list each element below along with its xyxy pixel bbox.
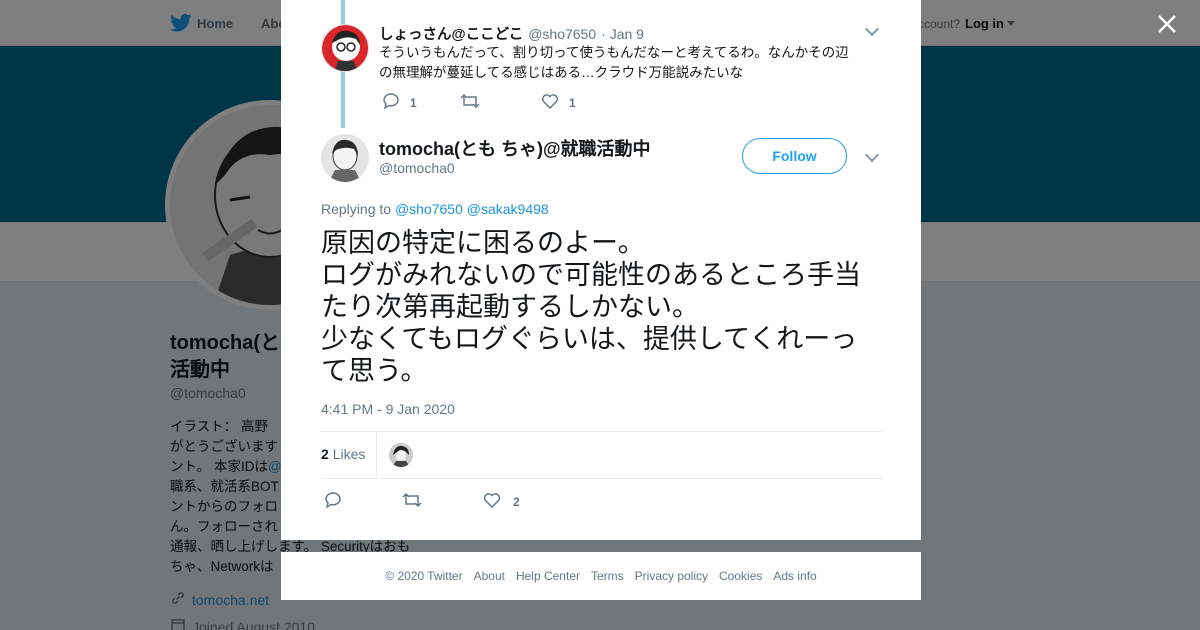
parent-tweet-date[interactable]: · Jan 9	[601, 26, 644, 42]
reply-icon	[382, 93, 400, 112]
heart-icon	[541, 93, 559, 112]
retweet-icon	[460, 93, 480, 112]
divider	[321, 478, 882, 479]
replying-prefix: Replying to	[321, 201, 392, 217]
parent-like-button[interactable]: 1	[541, 93, 576, 112]
stat-divider	[376, 432, 377, 478]
main-tweet-timestamp[interactable]: 4:41 PM - 9 Jan 2020	[321, 401, 455, 417]
parent-retweet-button[interactable]	[460, 93, 480, 112]
parent-author-name[interactable]: しょっさん@ここどこ	[379, 23, 523, 44]
main-like-count: 2	[513, 494, 520, 509]
like-count: 2	[321, 446, 329, 462]
divider	[321, 431, 882, 432]
parent-tweet-text: そういうもんだって、割り切って使うもんだなーと考えてるわ。なんかその辺 の無理解…	[379, 43, 879, 83]
main-tweet-text: 原因の特定に困るのよー。 ログがみれないので可能性のあるところ手当たり次第再起動…	[321, 228, 861, 386]
parent-reply-button[interactable]: 1	[382, 93, 417, 112]
close-icon[interactable]	[1153, 10, 1181, 38]
liker-avatar[interactable]	[389, 443, 413, 467]
parent-tweet-text-line: そういうもんだって、割り切って使うもんだなーと考えてるわ。なんかその辺	[379, 45, 849, 60]
main-author-name[interactable]: tomocha(とも ちゃ)@就職活動中	[379, 135, 651, 161]
footer-link-ads-info[interactable]: Ads info	[773, 569, 816, 583]
footer-link-help-center[interactable]: Help Center	[516, 569, 580, 583]
follow-button[interactable]: Follow	[742, 138, 847, 174]
parent-author-handle[interactable]: @sho7650	[528, 26, 596, 42]
main-reply-button[interactable]	[324, 492, 342, 511]
parent-tweet-header: しょっさん@ここどこ @sho7650 · Jan 9	[379, 23, 644, 44]
footer-link-cookies[interactable]: Cookies	[719, 569, 762, 583]
replying-mention-link[interactable]: @sakak9498	[467, 201, 549, 217]
main-like-button[interactable]: 2	[483, 492, 520, 511]
retweet-icon	[402, 492, 422, 511]
likes-stat[interactable]: 2 Likes	[321, 446, 365, 462]
footer-link-privacy[interactable]: Privacy policy	[635, 569, 708, 583]
heart-icon	[483, 492, 501, 511]
parent-like-count: 1	[569, 95, 576, 110]
main-retweet-button[interactable]	[402, 492, 422, 511]
replying-mention-link[interactable]: @sho7650	[395, 201, 463, 217]
modal-footer: © 2020 Twitter About Help Center Terms P…	[281, 552, 921, 600]
likes-label: Likes	[332, 446, 366, 462]
footer-link-terms[interactable]: Terms	[591, 569, 624, 583]
main-tweet-avatar[interactable]	[321, 134, 369, 182]
footer-link-about[interactable]: About	[474, 569, 505, 583]
parent-reply-count: 1	[410, 95, 417, 110]
footer-copyright: © 2020 Twitter	[385, 569, 463, 583]
main-author-handle[interactable]: @tomocha0	[379, 160, 455, 176]
replying-to: Replying to @sho7650 @sakak9498	[321, 201, 549, 217]
parent-tweet-avatar[interactable]	[321, 24, 369, 72]
reply-icon	[324, 492, 342, 511]
parent-tweet-text-line: の無理解が蔓延してる感じはある…クラウド万能説みたいな	[379, 65, 744, 80]
